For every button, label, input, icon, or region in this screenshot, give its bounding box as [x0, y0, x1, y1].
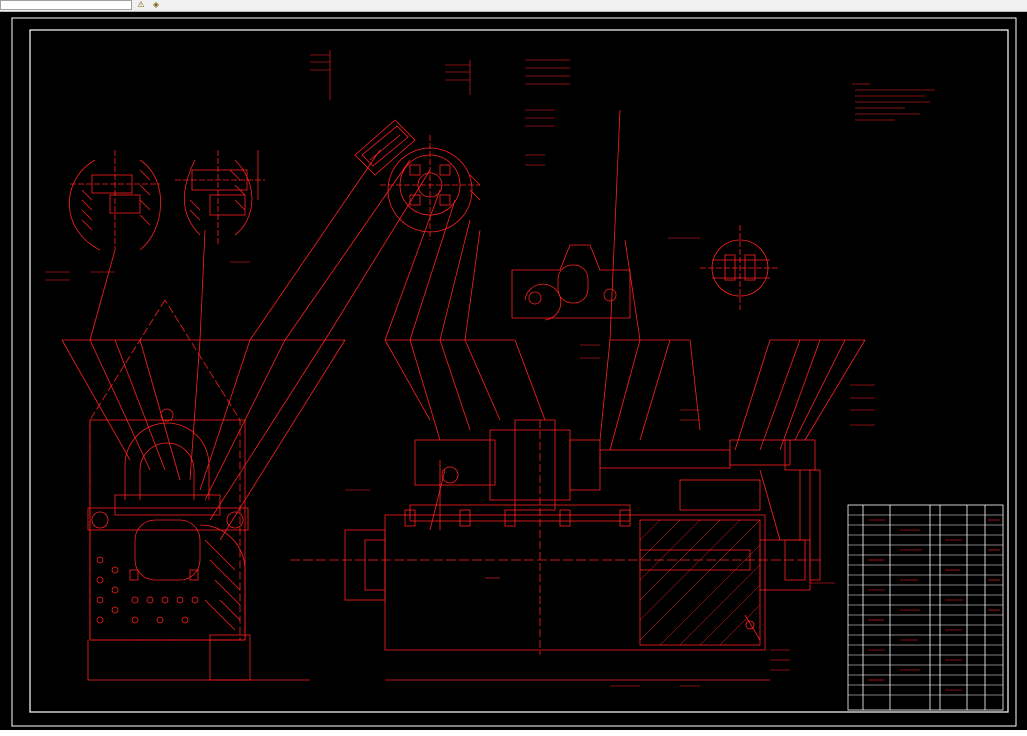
toolbar: ⚠ ◈: [0, 0, 1027, 12]
cad-drawing: [0, 12, 1027, 730]
status-bar: [0, 730, 1027, 736]
canvas-background: [0, 12, 1027, 730]
drawing-canvas[interactable]: [0, 12, 1027, 730]
command-field[interactable]: [0, 0, 132, 10]
layers-icon[interactable]: ◈: [150, 0, 162, 9]
warning-icon[interactable]: ⚠: [135, 0, 147, 9]
